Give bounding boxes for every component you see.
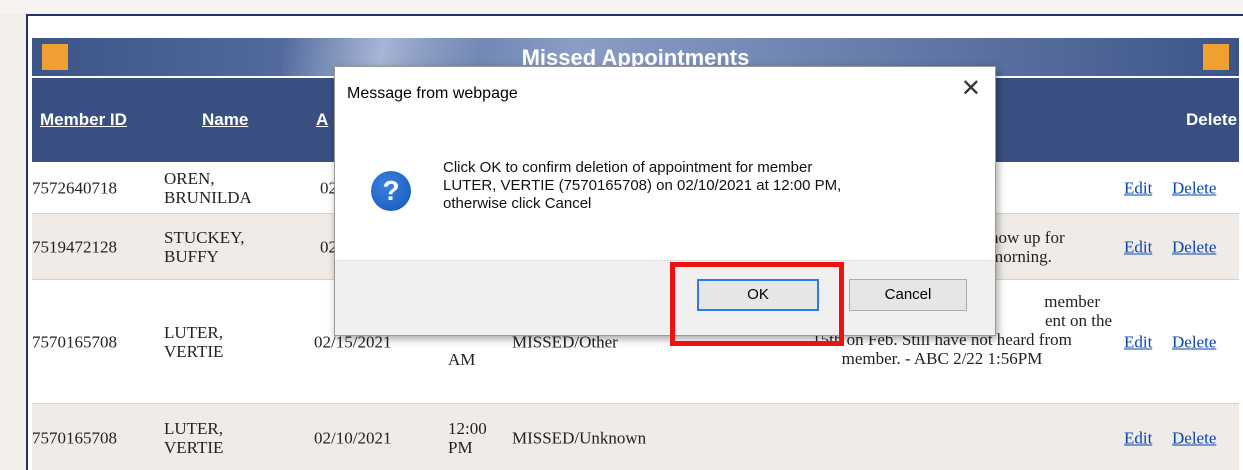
dialog-title: Message from webpage xyxy=(347,85,518,102)
note-line: how up for xyxy=(990,227,1065,247)
name-last: LUTER, xyxy=(164,322,224,342)
date-cell: 02/10/2021 xyxy=(314,428,392,448)
question-icon: ? xyxy=(371,171,411,211)
note-line: member. - ABC 2/22 1:56PM xyxy=(841,349,1043,368)
dialog-message-line: LUTER, VERTIE (7570165708) on 02/10/2021… xyxy=(443,177,842,194)
edit-link[interactable]: Edit xyxy=(1124,237,1152,256)
header-delete: Delete xyxy=(1186,110,1238,129)
note-cell: how up for morning. xyxy=(990,228,1100,266)
name-cell: LUTER, VERTIE xyxy=(164,419,223,457)
name-first: BRUNILDA xyxy=(164,187,252,207)
delete-link[interactable]: Delete xyxy=(1172,332,1216,351)
dialog-message: Click OK to confirm deletion of appointm… xyxy=(443,159,963,213)
confirm-dialog: Message from webpage ✕ ? Click OK to con… xyxy=(334,66,996,336)
time-ampm-cell: AM xyxy=(448,350,476,369)
member-id-cell: 7572640718 xyxy=(32,178,117,197)
time-ampm: PM xyxy=(448,438,473,457)
name-cell: LUTER, VERTIE xyxy=(164,323,223,361)
name-first: VERTIE xyxy=(164,438,224,457)
table-row: 7570165708 LUTER, VERTIE 02/10/2021 12:0… xyxy=(32,404,1239,470)
name-cell: STUCKEY, BUFFY xyxy=(164,228,244,266)
delete-link[interactable]: Delete xyxy=(1172,178,1216,197)
dialog-message-line: Click OK to confirm deletion of appointm… xyxy=(443,159,813,176)
note-line: morning. xyxy=(990,246,1052,266)
edit-link[interactable]: Edit xyxy=(1124,332,1152,351)
name-cell: OREN, BRUNILDA xyxy=(164,169,252,207)
member-id-cell: 7570165708 xyxy=(32,332,117,351)
dialog-footer: OK Cancel xyxy=(335,260,995,335)
ok-button[interactable]: OK xyxy=(697,279,819,311)
name-last: STUCKEY, xyxy=(164,227,245,247)
time-cell: 12:00 PM xyxy=(448,419,487,457)
page-top-strip xyxy=(0,0,1243,14)
header-member-id[interactable]: Member ID xyxy=(40,78,127,162)
name-first: VERTIE xyxy=(164,341,224,361)
cancel-button[interactable]: Cancel xyxy=(849,279,967,311)
member-id-cell: 7519472128 xyxy=(32,237,117,256)
title-square-right xyxy=(1203,44,1229,70)
member-id-cell: 7570165708 xyxy=(32,428,117,448)
header-name[interactable]: Name xyxy=(202,78,248,162)
time-hour: 12:00 xyxy=(448,419,487,438)
delete-link[interactable]: Delete xyxy=(1172,237,1216,256)
header-appointment-date[interactable]: A xyxy=(316,78,328,162)
edit-link[interactable]: Edit xyxy=(1124,429,1152,448)
edit-link[interactable]: Edit xyxy=(1124,178,1152,197)
name-last: OREN, xyxy=(164,168,215,188)
delete-link[interactable]: Delete xyxy=(1172,429,1216,448)
dialog-message-line: otherwise click Cancel xyxy=(443,195,592,212)
name-last: LUTER, xyxy=(164,419,224,438)
name-first: BUFFY xyxy=(164,246,219,266)
status-cell: MISSED/Unknown xyxy=(512,428,647,448)
close-icon[interactable]: ✕ xyxy=(961,77,981,101)
